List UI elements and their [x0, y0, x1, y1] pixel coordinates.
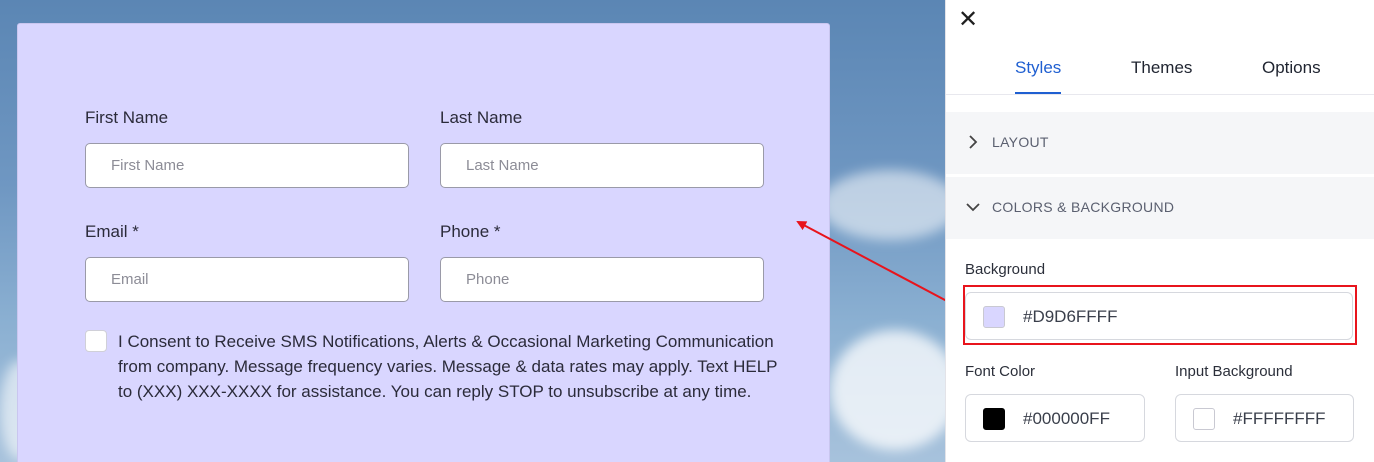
last-name-label: Last Name — [440, 108, 523, 127]
tab-options[interactable]: Options — [1262, 58, 1321, 78]
input-background-swatch — [1193, 408, 1215, 430]
first-name-input[interactable] — [85, 143, 409, 188]
form-card: First Name Last Name Email * Phone * I C… — [17, 23, 830, 462]
input-background-label: Input Background — [1175, 363, 1293, 380]
section-layout[interactable]: LAYOUT — [946, 112, 1374, 174]
consent-text: I Consent to Receive SMS Notifications, … — [118, 332, 778, 401]
email-label: Email * — [85, 222, 139, 241]
font-color-swatch — [983, 408, 1005, 430]
background-label: Background — [965, 261, 1046, 278]
consent-checkbox[interactable] — [85, 330, 107, 352]
section-colors-label: COLORS & BACKGROUND — [992, 199, 1175, 215]
close-icon[interactable]: ✕ — [956, 8, 980, 32]
tab-themes[interactable]: Themes — [1131, 58, 1192, 78]
tabs-divider — [946, 94, 1374, 95]
style-panel: ✕ Styles Themes Options LAYOUT COLORS & … — [945, 0, 1374, 462]
cloud — [830, 330, 960, 450]
input-background-field[interactable]: #FFFFFFFF — [1175, 394, 1354, 442]
section-layout-label: LAYOUT — [992, 134, 1049, 150]
section-colors-background[interactable]: COLORS & BACKGROUND — [946, 177, 1374, 239]
font-color-field[interactable]: #000000FF — [965, 394, 1145, 442]
phone-label: Phone * — [440, 222, 501, 241]
font-color-value: #000000FF — [1023, 409, 1110, 428]
phone-input[interactable] — [440, 257, 764, 302]
font-color-label: Font Color — [965, 363, 1036, 380]
first-name-label: First Name — [85, 108, 169, 127]
chevron-down-icon — [965, 199, 981, 220]
cloud — [820, 170, 960, 240]
annotation-highlight-box — [963, 285, 1357, 345]
input-background-value: #FFFFFFFF — [1233, 409, 1326, 428]
last-name-input[interactable] — [440, 143, 764, 188]
tab-styles[interactable]: Styles — [1015, 58, 1061, 78]
email-input[interactable] — [85, 257, 409, 302]
chevron-right-icon — [968, 134, 978, 155]
